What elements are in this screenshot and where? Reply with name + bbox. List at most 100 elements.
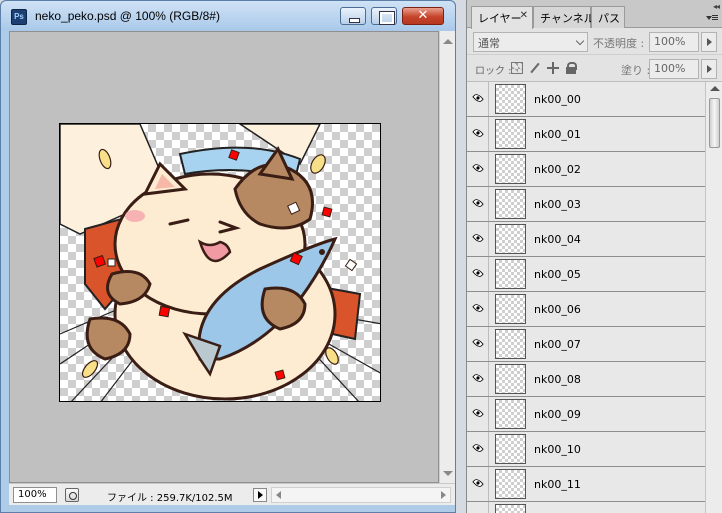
layer-row[interactable]: nk00_08 bbox=[467, 362, 705, 397]
tab-layers[interactable]: レイヤー ✕ bbox=[471, 6, 533, 29]
layer-row[interactable]: nk00_04 bbox=[467, 222, 705, 257]
layer-thumbnail[interactable] bbox=[495, 294, 526, 324]
eye-icon bbox=[472, 477, 484, 489]
layer-thumbnail[interactable] bbox=[495, 189, 526, 219]
layer-thumbnail[interactable] bbox=[495, 364, 526, 394]
fill-label: 塗り : bbox=[621, 64, 651, 77]
layer-thumbnail[interactable] bbox=[495, 224, 526, 254]
file-size-info: ファイル : 259.7K/102.5M bbox=[107, 493, 233, 504]
eye-icon bbox=[472, 92, 484, 104]
visibility-toggle[interactable] bbox=[467, 257, 489, 291]
document-titlebar[interactable]: Ps neko_peko.psd @ 100% (RGB/8#) ✕ bbox=[1, 1, 455, 31]
visibility-toggle[interactable] bbox=[467, 327, 489, 361]
eye-icon bbox=[472, 162, 484, 174]
panel-menu-icon[interactable] bbox=[706, 14, 718, 24]
layer-thumbnail[interactable] bbox=[495, 154, 526, 184]
visibility-toggle[interactable] bbox=[467, 432, 489, 466]
layers-panel: レイヤー ✕ チャンネル パス ◂◂ 通常 不透明度 : 100% ロック : … bbox=[466, 0, 722, 513]
maximize-button[interactable] bbox=[371, 7, 397, 25]
document-vertical-scrollbar[interactable] bbox=[439, 31, 455, 483]
tab-layers-label: レイヤー bbox=[478, 12, 522, 25]
eye-icon bbox=[472, 372, 484, 384]
visibility-toggle[interactable] bbox=[467, 187, 489, 221]
close-icon: ✕ bbox=[417, 8, 429, 23]
document-horizontal-scrollbar[interactable] bbox=[271, 487, 451, 503]
zoom-level-field[interactable]: 100% bbox=[13, 487, 57, 503]
lock-fill-row: ロック : 塗り : 100% bbox=[467, 56, 722, 82]
layer-thumbnail[interactable] bbox=[495, 469, 526, 499]
layer-row[interactable] bbox=[467, 502, 705, 513]
layer-name[interactable]: nk00_07 bbox=[534, 338, 581, 351]
layer-thumbnail[interactable] bbox=[495, 259, 526, 289]
layer-thumbnail[interactable] bbox=[495, 399, 526, 429]
layer-list: nk00_00 nk00_01 nk00_02 nk00_03 nk00_04 nk00_… bbox=[467, 82, 705, 513]
tab-channels[interactable]: チャンネル bbox=[533, 6, 595, 28]
visibility-toggle[interactable] bbox=[467, 502, 489, 513]
blend-mode-select[interactable]: 通常 bbox=[473, 32, 588, 52]
layer-name[interactable]: nk00_10 bbox=[534, 443, 581, 456]
layer-name[interactable]: nk00_04 bbox=[534, 233, 581, 246]
layer-row[interactable]: nk00_05 bbox=[467, 257, 705, 292]
layer-thumbnail[interactable] bbox=[495, 119, 526, 149]
layer-name[interactable]: nk00_08 bbox=[534, 373, 581, 386]
scroll-down-arrow-icon[interactable] bbox=[443, 471, 453, 476]
layer-row[interactable]: nk00_00 bbox=[467, 82, 705, 117]
layer-name[interactable]: nk00_09 bbox=[534, 408, 581, 421]
visibility-toggle[interactable] bbox=[467, 362, 489, 396]
layer-name[interactable]: nk00_02 bbox=[534, 163, 581, 176]
layer-row[interactable]: nk00_06 bbox=[467, 292, 705, 327]
fill-field[interactable]: 100% bbox=[649, 59, 699, 79]
layer-row[interactable]: nk00_10 bbox=[467, 432, 705, 467]
layer-row[interactable]: nk00_09 bbox=[467, 397, 705, 432]
status-menu-arrow-button[interactable] bbox=[253, 488, 267, 502]
layer-row[interactable]: nk00_01 bbox=[467, 117, 705, 152]
layer-thumbnail[interactable] bbox=[495, 504, 526, 513]
layer-thumbnail[interactable] bbox=[495, 84, 526, 114]
visibility-toggle[interactable] bbox=[467, 117, 489, 151]
scroll-right-arrow-icon[interactable] bbox=[441, 491, 446, 499]
canvas-image[interactable] bbox=[59, 123, 381, 402]
lock-position-move-icon[interactable] bbox=[547, 62, 559, 74]
scroll-up-arrow-icon[interactable] bbox=[710, 86, 720, 91]
layer-row[interactable]: nk00_02 bbox=[467, 152, 705, 187]
layer-row[interactable]: nk00_11 bbox=[467, 467, 705, 502]
visibility-toggle[interactable] bbox=[467, 82, 489, 116]
scroll-left-arrow-icon[interactable] bbox=[276, 491, 281, 499]
tab-paths[interactable]: パス bbox=[591, 6, 625, 28]
layer-name[interactable]: nk00_06 bbox=[534, 303, 581, 316]
layer-thumbnail[interactable] bbox=[495, 329, 526, 359]
eye-icon bbox=[472, 232, 484, 244]
panel-collapse-icon[interactable]: ◂◂ bbox=[713, 2, 720, 11]
tab-close-icon[interactable]: ✕ bbox=[520, 10, 528, 21]
scroll-up-arrow-icon[interactable] bbox=[443, 39, 453, 44]
layer-name[interactable]: nk00_03 bbox=[534, 198, 581, 211]
visibility-toggle[interactable] bbox=[467, 152, 489, 186]
canvas-area[interactable] bbox=[9, 31, 439, 483]
layer-thumbnail[interactable] bbox=[495, 434, 526, 464]
visibility-toggle[interactable] bbox=[467, 222, 489, 256]
eye-icon bbox=[472, 337, 484, 349]
lock-pixels-brush-icon[interactable] bbox=[529, 62, 541, 74]
layers-vertical-scrollbar[interactable] bbox=[705, 82, 722, 513]
layer-name[interactable]: nk00_01 bbox=[534, 128, 581, 141]
layer-row[interactable]: nk00_07 bbox=[467, 327, 705, 362]
lock-transparency-icon[interactable] bbox=[511, 62, 523, 74]
close-button[interactable]: ✕ bbox=[402, 7, 444, 25]
navigator-icon[interactable] bbox=[65, 488, 79, 502]
scrollbar-thumb[interactable] bbox=[709, 98, 720, 148]
minimize-button[interactable] bbox=[340, 7, 366, 25]
layer-name[interactable]: nk00_11 bbox=[534, 478, 581, 491]
opacity-slider-button[interactable] bbox=[701, 32, 717, 52]
fill-slider-button[interactable] bbox=[701, 59, 717, 79]
lock-label: ロック : bbox=[475, 66, 512, 77]
visibility-toggle[interactable] bbox=[467, 292, 489, 326]
visibility-toggle[interactable] bbox=[467, 467, 489, 501]
blend-mode-value: 通常 bbox=[478, 37, 500, 50]
blend-opacity-row: 通常 不透明度 : 100% bbox=[467, 29, 722, 55]
opacity-field[interactable]: 100% bbox=[649, 32, 699, 52]
layer-name[interactable]: nk00_00 bbox=[534, 93, 581, 106]
layer-name[interactable]: nk00_05 bbox=[534, 268, 581, 281]
visibility-toggle[interactable] bbox=[467, 397, 489, 431]
layer-row[interactable]: nk00_03 bbox=[467, 187, 705, 222]
lock-all-padlock-icon[interactable] bbox=[565, 62, 577, 74]
